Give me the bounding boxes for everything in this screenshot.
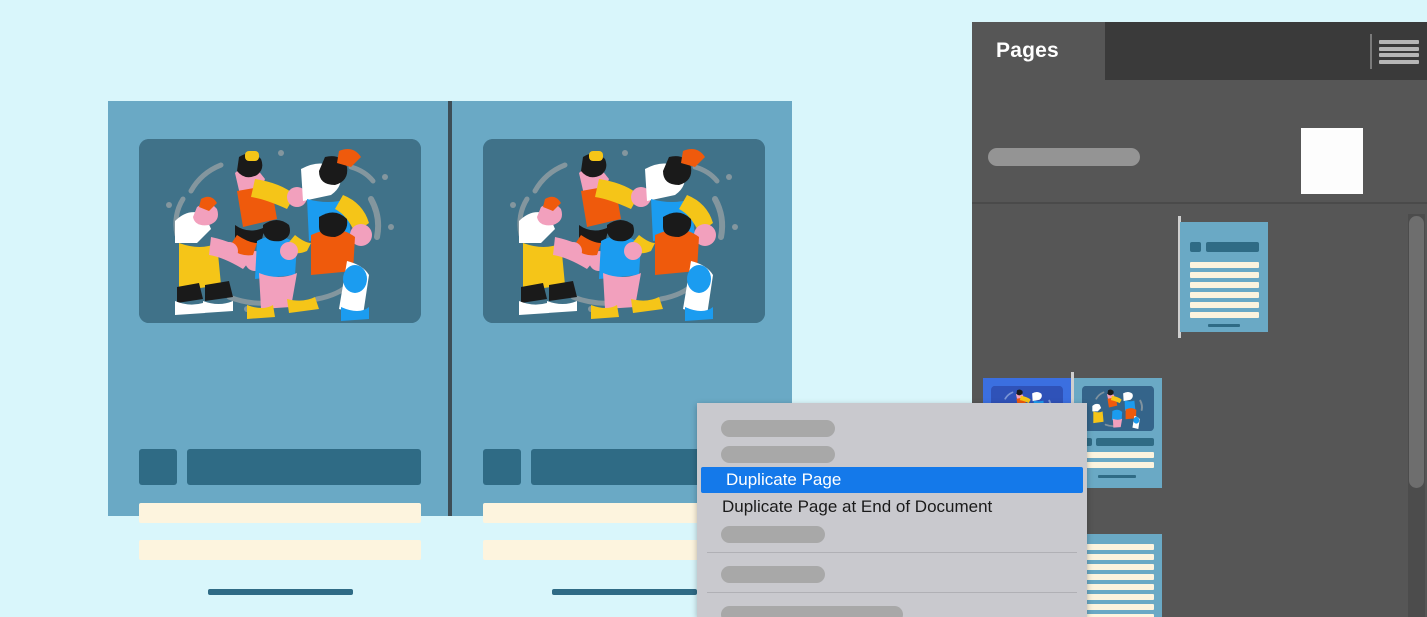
- panel-toolbar: [972, 80, 1427, 204]
- thumb-text-line: [1190, 312, 1259, 318]
- hamburger-line: [1379, 59, 1419, 64]
- thumb-text-line: [1190, 282, 1259, 288]
- thumb-footer-rule: [1098, 475, 1136, 478]
- thumb-text-line: [1190, 302, 1259, 308]
- panel-scrollbar[interactable]: [1408, 214, 1425, 617]
- context-menu-placeholder-item[interactable]: [721, 526, 825, 543]
- menu-item-duplicate-page-at-end-of-document-label: Duplicate Page at End of Document: [722, 497, 993, 516]
- context-menu-placeholder-item[interactable]: [721, 606, 903, 617]
- hamburger-line: [1379, 53, 1419, 58]
- page-tag-square: [139, 449, 177, 485]
- page-text-line: [139, 503, 421, 523]
- thumb-text-line: [1190, 262, 1259, 268]
- people-circle-illustration-icon: [483, 139, 765, 323]
- thumb-text-line: [1082, 604, 1154, 610]
- context-menu-separator: [707, 552, 1077, 553]
- thumb-text-line: [1190, 272, 1259, 278]
- menu-item-duplicate-page[interactable]: Duplicate Page: [701, 467, 1083, 493]
- page-tag-row: [139, 449, 421, 485]
- page-text-line: [139, 540, 421, 560]
- spread-seam: [448, 101, 452, 516]
- scrollbar-thumb[interactable]: [1409, 216, 1424, 488]
- context-menu[interactable]: Duplicate Page Duplicate Page at End of …: [697, 403, 1087, 617]
- thumbnail-page-face[interactable]: [1074, 378, 1162, 488]
- page-footer-rule: [552, 589, 697, 595]
- thumb-text-line: [1082, 462, 1154, 468]
- thumb-text-line: [1082, 554, 1154, 560]
- thumb-tag-square: [1190, 242, 1201, 252]
- thumb-text-line: [1082, 584, 1154, 590]
- menu-item-duplicate-page-label: Duplicate Page: [726, 470, 842, 489]
- thumbnail-page-face[interactable]: [1074, 534, 1162, 617]
- thumb-text-line: [1082, 564, 1154, 570]
- thumb-text-line: [1082, 594, 1154, 600]
- thumb-text-line: [1082, 452, 1154, 458]
- app-root: Pages Duplicate Page Duplicate Page at E…: [0, 0, 1427, 617]
- thumb-footer-rule: [1208, 324, 1240, 327]
- tab-pages-label: Pages: [996, 39, 1059, 62]
- toolbar-page-swatch[interactable]: [1301, 128, 1363, 194]
- thumbnail-page-1[interactable]: [1178, 216, 1268, 338]
- context-menu-placeholder-item[interactable]: [721, 420, 835, 437]
- thumb-tag-bar: [1206, 242, 1259, 252]
- thumb-text-line: [1190, 292, 1259, 298]
- thumbnail-page-face[interactable]: [1180, 222, 1268, 332]
- hamburger-line: [1379, 40, 1419, 44]
- people-circle-illustration-icon: [1082, 386, 1154, 431]
- hamburger-icon[interactable]: [1379, 40, 1419, 64]
- thumb-text-line: [1082, 544, 1154, 550]
- context-menu-placeholder-item[interactable]: [721, 446, 835, 463]
- menu-item-duplicate-page-at-end-of-document[interactable]: Duplicate Page at End of Document: [697, 494, 1087, 520]
- document-page-left[interactable]: [108, 101, 448, 595]
- context-menu-placeholder-item[interactable]: [721, 566, 825, 583]
- page-tag-square: [483, 449, 521, 485]
- context-menu-separator: [707, 592, 1077, 593]
- page-tag-bar: [187, 449, 421, 485]
- page-footer-rule: [208, 589, 353, 595]
- toolbar-placeholder-bar[interactable]: [988, 148, 1140, 166]
- panel-tab-bar: Pages: [972, 22, 1427, 80]
- thumb-text-line: [1082, 574, 1154, 580]
- hamburger-line: [1379, 46, 1419, 51]
- tabbar-divider: [1370, 34, 1372, 69]
- document-spread[interactable]: [108, 101, 792, 595]
- tab-pages[interactable]: Pages: [972, 22, 1105, 80]
- thumb-tag-bar: [1096, 438, 1154, 446]
- people-circle-illustration-icon: [139, 139, 421, 323]
